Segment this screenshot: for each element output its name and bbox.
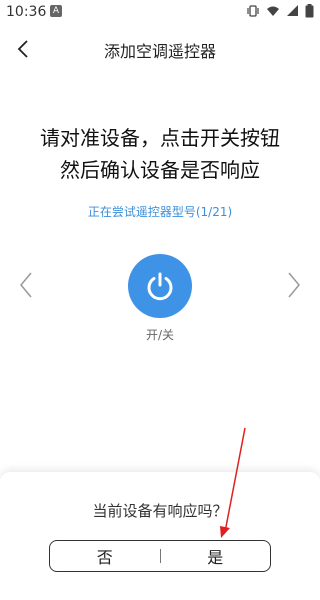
page-title: 添加空调遥控器: [103, 42, 216, 61]
response-question: 当前设备有响应吗？: [92, 502, 228, 520]
yes-button[interactable]: 是: [161, 541, 271, 571]
vibrate-icon: [246, 4, 260, 18]
battery-icon: [305, 4, 314, 18]
next-model-button[interactable]: [282, 268, 306, 302]
answer-group: 否 是: [49, 540, 271, 572]
instruction-line-1: 请对准设备，点击开关按钮: [40, 126, 280, 150]
instruction-text: 请对准设备，点击开关按钮 然后确认设备是否响应: [0, 122, 320, 186]
header: 添加空调遥控器: [0, 24, 320, 76]
chevron-right-icon: [288, 272, 300, 298]
status-time: 10:36: [6, 4, 47, 20]
power-label: 开/关: [145, 328, 175, 342]
status-icons: [246, 4, 314, 18]
instruction-line-2: 然后确认设备是否响应: [60, 158, 260, 182]
power-icon: [147, 272, 173, 301]
model-progress-text: 正在尝试遥控器型号(1/21): [87, 205, 233, 219]
signal-icon: [286, 4, 299, 18]
wifi-icon: [266, 4, 280, 18]
notification-icon: A: [50, 5, 62, 17]
response-panel: 当前设备有响应吗？ 否 是: [0, 472, 320, 600]
status-bar: 10:36 A: [0, 0, 320, 24]
power-button[interactable]: [128, 254, 192, 318]
chevron-left-icon: [20, 272, 32, 298]
previous-model-button[interactable]: [14, 268, 38, 302]
no-button[interactable]: 否: [50, 541, 160, 571]
